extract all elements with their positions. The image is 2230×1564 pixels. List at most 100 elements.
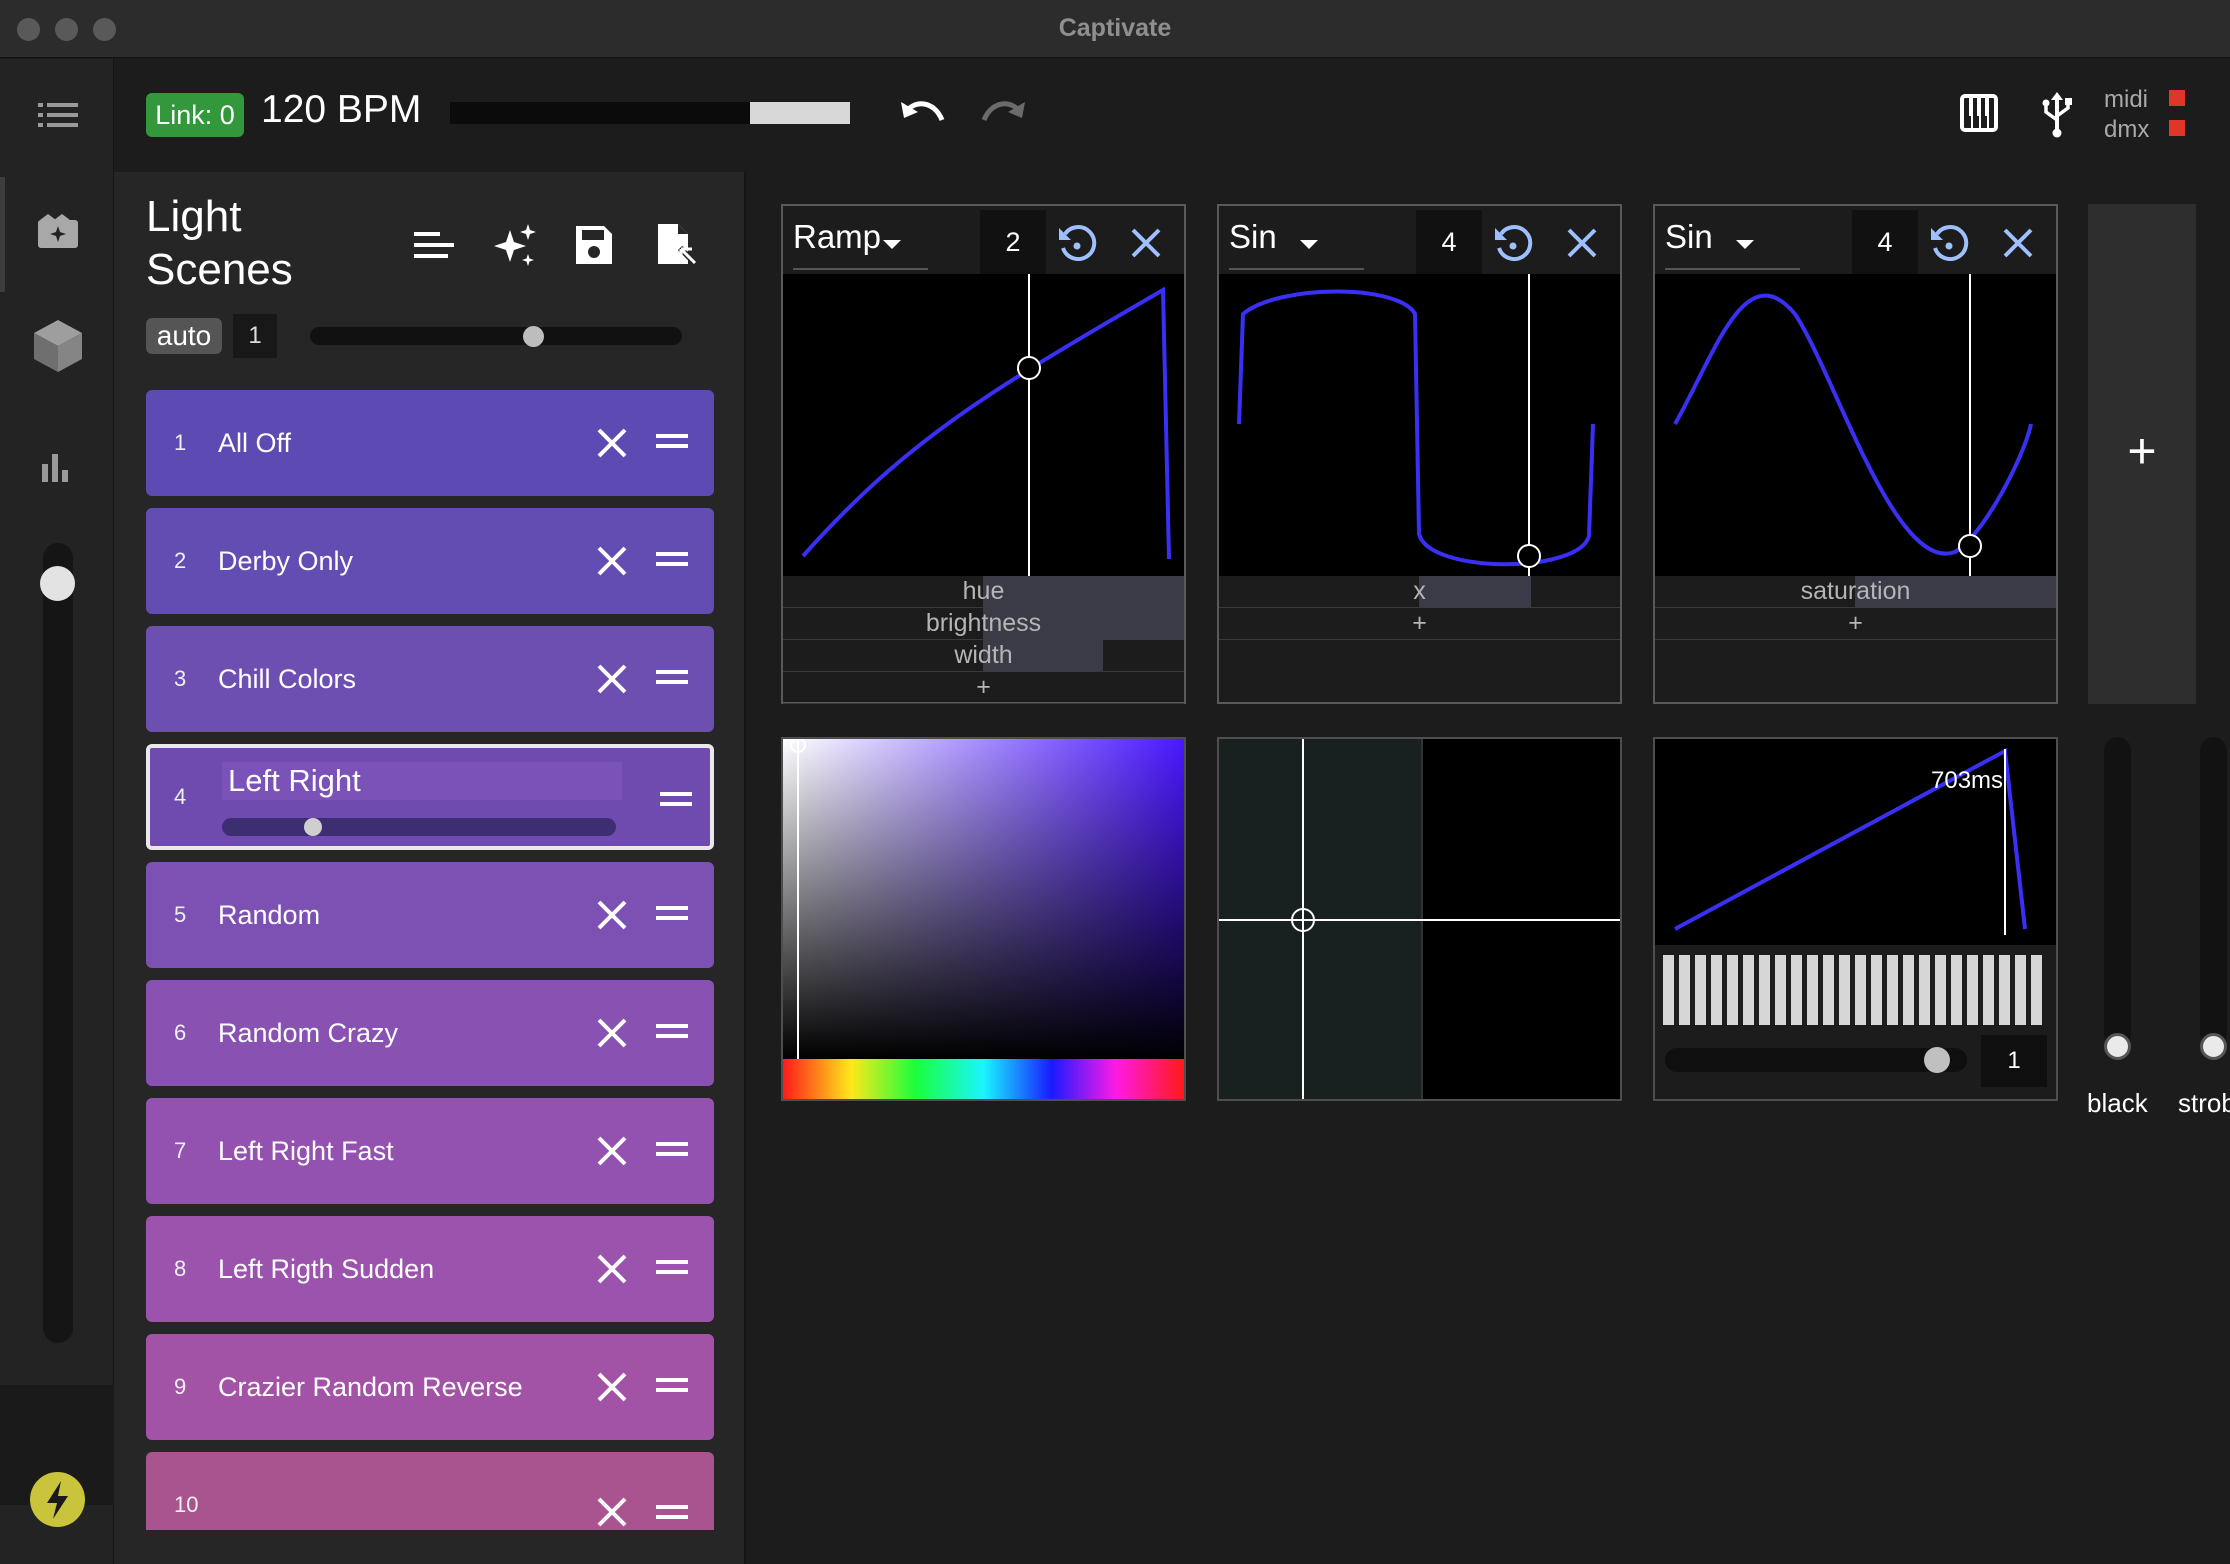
reset-phase-icon[interactable] <box>1491 222 1535 266</box>
strobe-bar <box>1711 955 1722 1025</box>
drag-handle-icon[interactable] <box>656 1258 688 1276</box>
scene-item[interactable]: 6 Random Crazy <box>146 980 714 1086</box>
modulation-amount-fill <box>1419 576 1532 607</box>
delete-scene-icon[interactable] <box>596 1496 628 1528</box>
drag-handle-icon[interactable] <box>656 1022 688 1040</box>
modulation-target-row[interactable]: brightness <box>783 608 1184 640</box>
strobe-fader-track[interactable] <box>2200 737 2227 1047</box>
modulation-target-row[interactable]: saturation <box>1655 576 2056 608</box>
window-titlebar: Captivate <box>0 0 2230 58</box>
color-picker-canvas[interactable] <box>783 737 1184 1099</box>
scene-number: 9 <box>174 1374 187 1399</box>
scene-slider-thumb[interactable] <box>303 818 322 836</box>
drag-handle-icon[interactable] <box>656 904 688 922</box>
delete-scene-icon[interactable] <box>596 1017 628 1049</box>
strobe-bar <box>1871 955 1882 1025</box>
scene-item[interactable]: 1 All Off <box>146 390 714 496</box>
modulation-target-row[interactable]: x <box>1219 576 1620 608</box>
delete-scene-icon[interactable] <box>596 427 628 459</box>
chevron-down-icon[interactable] <box>1736 240 1754 249</box>
strobe-bar <box>1695 955 1706 1025</box>
modulator-type-select[interactable]: Ramp <box>793 218 881 256</box>
add-target-button[interactable]: + <box>1219 608 1620 640</box>
timing-label: 703ms <box>1931 767 2004 794</box>
close-icon[interactable] <box>2001 226 2035 260</box>
scene-name-input[interactable]: Left Right <box>222 762 622 800</box>
modulator-period-input[interactable]: 4 <box>1852 210 1918 274</box>
delete-scene-icon[interactable] <box>596 545 628 577</box>
delete-scene-icon[interactable] <box>596 1371 628 1403</box>
modulator-type-underline <box>1665 268 1800 270</box>
bolt-icon[interactable] <box>30 1472 85 1527</box>
black-fader-track[interactable] <box>2104 737 2131 1047</box>
reset-phase-icon[interactable] <box>1055 222 1099 266</box>
scene-list: 1 All Off 2 Derby Only 3 Chill Colors 4 Left Ri… <box>146 390 714 1530</box>
drag-handle-icon[interactable] <box>656 432 688 450</box>
black-fader-thumb[interactable] <box>2104 1033 2131 1060</box>
piano-icon[interactable] <box>1960 94 1998 132</box>
strobe-fader-thumb[interactable] <box>2200 1033 2227 1060</box>
drag-handle-icon[interactable] <box>660 790 692 808</box>
scene-item[interactable]: 9 Crazier Random Reverse <box>146 1334 714 1440</box>
strobe-bar <box>1807 955 1818 1025</box>
scene-item[interactable]: 4 Left Right <box>146 744 714 850</box>
link-badge[interactable]: Link: 0 <box>146 93 244 137</box>
scene-item[interactable]: 5 Random <box>146 862 714 968</box>
drag-handle-icon[interactable] <box>656 668 688 686</box>
strobe-slider-track[interactable] <box>1665 1048 1967 1072</box>
modulator-type-select[interactable]: Sin <box>1665 218 1713 256</box>
redo-icon[interactable] <box>980 98 1026 132</box>
scene-item[interactable]: 2 Derby Only <box>146 508 714 614</box>
bar-chart-icon[interactable] <box>42 452 72 482</box>
scene-name: Crazier Random Reverse <box>218 1372 523 1402</box>
chevron-down-icon[interactable] <box>883 240 901 249</box>
xy-pad[interactable] <box>1217 737 1622 1101</box>
drag-handle-icon[interactable] <box>656 1376 688 1394</box>
master-fader-thumb[interactable] <box>40 566 75 601</box>
menu-icon[interactable] <box>38 100 78 130</box>
close-icon[interactable] <box>1565 226 1599 260</box>
drag-handle-icon[interactable] <box>656 550 688 568</box>
cube-icon[interactable] <box>32 318 84 374</box>
modulator-type-underline <box>1229 268 1364 270</box>
color-picker[interactable] <box>781 737 1186 1101</box>
modulator-period-input[interactable]: 2 <box>980 210 1046 274</box>
close-icon[interactable] <box>1129 226 1163 260</box>
strobe-value[interactable]: 1 <box>1981 1035 2047 1087</box>
delete-scene-icon[interactable] <box>596 1253 628 1285</box>
add-target-button[interactable]: + <box>783 672 1184 704</box>
chevron-down-icon[interactable] <box>1300 240 1318 249</box>
usb-icon[interactable] <box>2042 90 2072 138</box>
undo-icon[interactable] <box>900 98 946 132</box>
drag-handle-icon[interactable] <box>656 1140 688 1158</box>
scene-item[interactable]: 10 <box>146 1452 714 1530</box>
add-target-button[interactable]: + <box>1655 608 2056 640</box>
save-icon[interactable] <box>574 224 614 266</box>
drag-handle-icon[interactable] <box>656 1503 688 1521</box>
modulator-period-input[interactable]: 4 <box>1416 210 1482 274</box>
strobe-bars <box>1663 955 2042 1025</box>
scene-item[interactable]: 8 Left Rigth Sudden <box>146 1216 714 1322</box>
bpm-readout[interactable]: 120 BPM <box>261 88 421 132</box>
add-modulator-button[interactable]: + <box>2088 204 2196 704</box>
master-fader-track[interactable] <box>43 543 73 1343</box>
scene-item[interactable]: 3 Chill Colors <box>146 626 714 732</box>
reset-phase-icon[interactable] <box>1927 222 1971 266</box>
load-file-icon[interactable] <box>656 222 698 268</box>
auto-slider-track[interactable] <box>310 327 682 345</box>
modulation-target-row[interactable]: hue <box>783 576 1184 608</box>
delete-scene-icon[interactable] <box>596 899 628 931</box>
strobe-bar <box>1935 955 1946 1025</box>
strobe-slider-thumb[interactable] <box>1923 1047 1950 1073</box>
align-icon[interactable] <box>414 230 454 260</box>
auto-value[interactable]: 1 <box>233 314 277 358</box>
delete-scene-icon[interactable] <box>596 1135 628 1167</box>
sparkle-icon[interactable] <box>490 222 538 270</box>
scenes-icon[interactable] <box>36 212 80 250</box>
scene-slider-track[interactable] <box>222 818 616 836</box>
auto-badge[interactable]: auto <box>146 318 222 354</box>
modulator-type-select[interactable]: Sin <box>1229 218 1277 256</box>
delete-scene-icon[interactable] <box>596 663 628 695</box>
scene-item[interactable]: 7 Left Right Fast <box>146 1098 714 1204</box>
modulation-target-row[interactable]: width <box>783 640 1184 672</box>
